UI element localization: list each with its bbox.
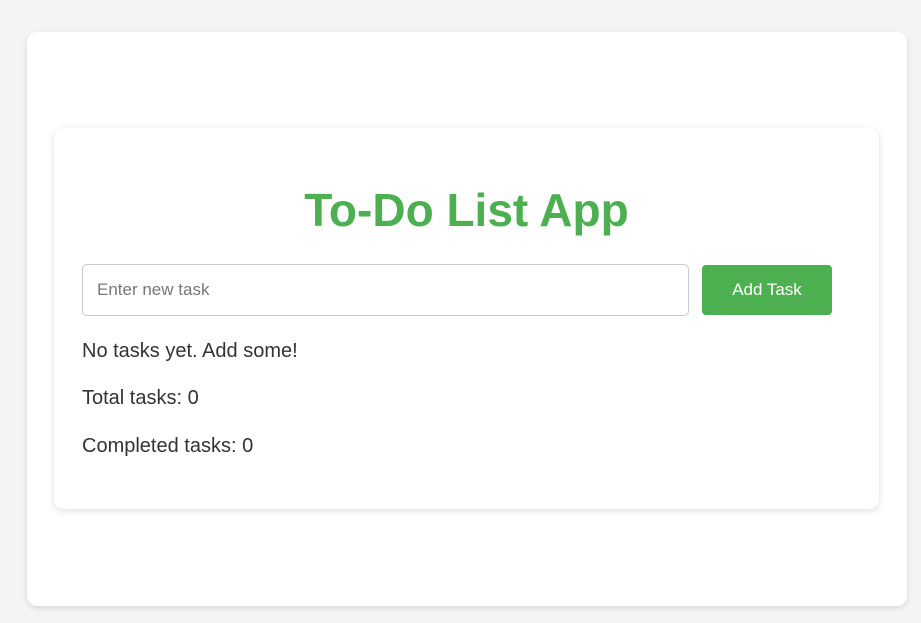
todo-card: To-Do List App Add Task No tasks yet. Ad… — [54, 128, 879, 509]
new-task-input[interactable] — [82, 264, 689, 316]
app-title: To-Do List App — [304, 184, 629, 236]
total-tasks-count: Total tasks: 0 — [82, 387, 199, 409]
add-task-button[interactable]: Add Task — [702, 265, 832, 315]
empty-tasks-message: No tasks yet. Add some! — [82, 340, 298, 362]
completed-tasks-count: Completed tasks: 0 — [82, 435, 254, 457]
page-container: To-Do List App Add Task No tasks yet. Ad… — [27, 32, 907, 606]
